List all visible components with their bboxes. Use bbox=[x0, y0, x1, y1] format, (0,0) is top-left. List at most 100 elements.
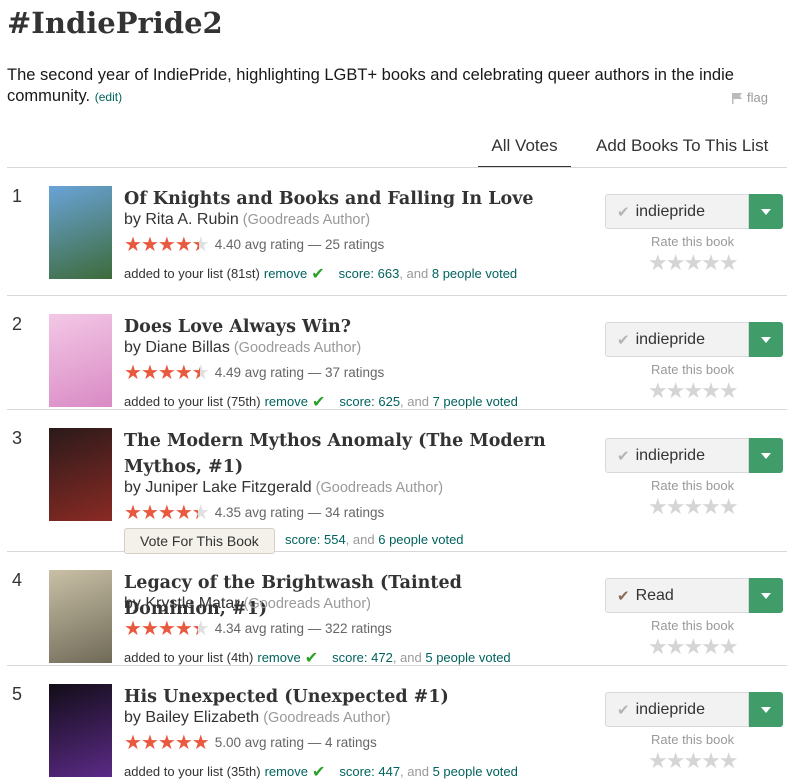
goodreads-author-label: (Goodreads Author) bbox=[238, 212, 371, 228]
book-cover[interactable] bbox=[49, 314, 112, 407]
star-icon: ★ bbox=[124, 730, 142, 754]
book-rank: 5 bbox=[12, 684, 23, 704]
rate-stars-widget[interactable]: ★★★★★ bbox=[648, 637, 739, 659]
shelf-dropdown-button[interactable] bbox=[749, 194, 783, 229]
book-cover[interactable] bbox=[49, 428, 112, 521]
edit-link[interactable]: (edit) bbox=[95, 90, 122, 104]
chevron-down-icon bbox=[761, 208, 771, 215]
score-link[interactable]: score: 447 bbox=[339, 764, 400, 779]
list-meta: added to your list (81st) remove ✔ score: 6… bbox=[124, 264, 517, 283]
star-icon: ★ bbox=[140, 730, 159, 754]
remove-link[interactable]: remove bbox=[265, 394, 308, 409]
score-text: score: 447, and 5 people voted bbox=[339, 764, 518, 779]
rating-text: 4.35 avg rating — 34 ratings bbox=[214, 504, 385, 520]
rate-this-book-label: Rate this book bbox=[651, 234, 735, 249]
voters-link[interactable]: 8 people voted bbox=[432, 266, 517, 281]
shelf-status-button[interactable]: ✔ indiepride bbox=[605, 194, 749, 229]
author-line: by Bailey Elizabeth (Goodreads Author) bbox=[124, 709, 391, 727]
author-name-link[interactable]: Juniper Lake Fitzgerald bbox=[145, 479, 311, 496]
star-icon: ★ bbox=[191, 730, 210, 754]
shelf-name: indiepride bbox=[635, 700, 705, 718]
star-icon: ★ bbox=[174, 616, 193, 640]
rating-line: ★★★★★★4.35 avg rating — 34 ratings bbox=[124, 500, 385, 524]
shelf-dropdown-button[interactable] bbox=[749, 438, 783, 473]
star-icon: ★ bbox=[157, 730, 176, 754]
book-rank: 2 bbox=[12, 314, 23, 334]
list-meta: added to your list (75th) remove ✔ score: 6… bbox=[124, 392, 518, 411]
author-name-link[interactable]: Bailey Elizabeth bbox=[145, 709, 259, 726]
star-icon: ★ bbox=[140, 500, 159, 524]
star-fill: ★ bbox=[192, 619, 198, 637]
book-title-link[interactable]: Of Knights and Books and Falling In Love bbox=[124, 186, 564, 212]
rating-line: ★★★★★ 5.00 avg rating — 4 ratings bbox=[124, 730, 377, 754]
voters-link[interactable]: 7 people voted bbox=[433, 394, 518, 409]
shelf-status-button[interactable]: ✔ Read bbox=[605, 578, 749, 613]
chevron-down-icon bbox=[761, 592, 771, 599]
shelf-name: indiepride bbox=[635, 330, 705, 348]
checkmark-icon: ✔ bbox=[617, 202, 630, 221]
book-title-link[interactable]: His Unexpected (Unexpected #1) bbox=[124, 684, 564, 710]
author-name-link[interactable]: Krystle Matar bbox=[145, 595, 239, 612]
star-icon: ★ bbox=[157, 500, 176, 524]
star-icon: ★★ bbox=[191, 616, 210, 640]
shelf-status-button[interactable]: ✔ indiepride bbox=[605, 438, 749, 473]
book-cover[interactable] bbox=[49, 186, 112, 279]
book-title-link[interactable]: Does Love Always Win? bbox=[124, 314, 564, 340]
check-icon: ✔ bbox=[311, 392, 326, 411]
tab-add-books[interactable]: Add Books To This List bbox=[596, 136, 768, 156]
chevron-down-icon bbox=[761, 706, 771, 713]
rate-stars-widget[interactable]: ★★★★★ bbox=[648, 497, 739, 519]
book-row: 1 Of Knights and Books and Falling In Lov… bbox=[7, 168, 787, 296]
star-icon: ★ bbox=[124, 232, 142, 256]
flag-link[interactable]: flag bbox=[731, 90, 768, 105]
and-label: , and bbox=[399, 266, 432, 281]
star-icon: ★★ bbox=[191, 360, 210, 384]
shelf-status-button[interactable]: ✔ indiepride bbox=[605, 322, 749, 357]
goodreads-author-label: (Goodreads Author) bbox=[229, 340, 362, 356]
shelf-dropdown-button[interactable] bbox=[749, 322, 783, 357]
rating-stars: ★★★★★★ bbox=[124, 500, 210, 524]
rate-this-book-label: Rate this book bbox=[651, 732, 735, 747]
voters-link[interactable]: 6 people voted bbox=[378, 532, 463, 547]
check-icon: ✔ bbox=[304, 648, 319, 667]
rating-text: 4.34 avg rating — 322 ratings bbox=[214, 620, 392, 636]
voters-link[interactable]: 5 people voted bbox=[425, 650, 510, 665]
rate-stars-widget[interactable]: ★★★★★ bbox=[648, 381, 739, 403]
book-cover[interactable] bbox=[49, 570, 112, 663]
and-label: , and bbox=[345, 532, 379, 547]
list-description: The second year of IndiePride, highlight… bbox=[7, 65, 777, 108]
author-name-link[interactable]: Rita A. Rubin bbox=[145, 211, 238, 228]
voters-link[interactable]: 5 people voted bbox=[433, 764, 518, 779]
star-icon: ★★ bbox=[191, 232, 210, 256]
and-label: , and bbox=[400, 394, 433, 409]
score-link[interactable]: score: 554 bbox=[285, 532, 346, 547]
star-icon: ★ bbox=[140, 616, 159, 640]
book-cover[interactable] bbox=[49, 684, 112, 777]
remove-link[interactable]: remove bbox=[265, 764, 308, 779]
by-label: by bbox=[124, 339, 146, 356]
score-text: score: 625, and 7 people voted bbox=[339, 394, 518, 409]
tab-all-votes[interactable]: All Votes bbox=[478, 136, 571, 168]
star-icon: ★ bbox=[157, 232, 176, 256]
book-rank: 3 bbox=[12, 428, 23, 448]
book-title-link[interactable]: The Modern Mythos Anomaly (The Modern My… bbox=[124, 428, 564, 480]
remove-link[interactable]: remove bbox=[264, 266, 307, 281]
shelf-button: ✔ indiepride bbox=[605, 194, 783, 229]
rate-this-book-label: Rate this book bbox=[651, 478, 735, 493]
shelf-dropdown-button[interactable] bbox=[749, 692, 783, 727]
author-name-link[interactable]: Diane Billas bbox=[145, 339, 229, 356]
rate-stars-widget[interactable]: ★★★★★ bbox=[648, 751, 739, 773]
shelf-dropdown-button[interactable] bbox=[749, 578, 783, 613]
shelf-status-button[interactable]: ✔ indiepride bbox=[605, 692, 749, 727]
remove-link[interactable]: remove bbox=[257, 650, 300, 665]
score-link[interactable]: score: 625 bbox=[339, 394, 400, 409]
book-row: 5 His Unexpected (Unexpected #1) by Bailey… bbox=[7, 666, 787, 779]
list-meta: added to your list (35th) remove ✔ score: 4… bbox=[124, 762, 518, 779]
vote-for-book-button[interactable]: Vote For This Book bbox=[124, 528, 275, 554]
score-link[interactable]: score: 472 bbox=[332, 650, 393, 665]
and-label: , and bbox=[392, 650, 426, 665]
author-line: by Juniper Lake Fitzgerald (Goodreads Au… bbox=[124, 479, 443, 497]
score-link[interactable]: score: 663 bbox=[339, 266, 400, 281]
rate-this-book-label: Rate this book bbox=[651, 362, 735, 377]
rate-stars-widget[interactable]: ★★★★★ bbox=[648, 253, 739, 275]
